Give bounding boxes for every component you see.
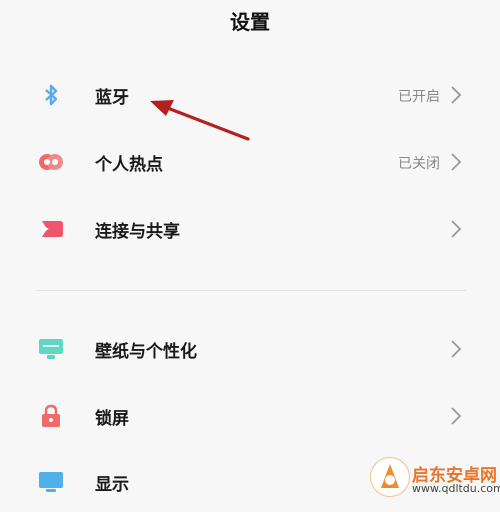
lock-icon: [34, 404, 68, 428]
settings-item-label: 个人热点: [95, 155, 163, 175]
status-text: 已关闭: [398, 156, 440, 172]
chevron-right-icon: [450, 85, 462, 105]
display-icon: [34, 470, 68, 494]
settings-item-bluetooth[interactable]: 蓝牙 已开启: [0, 65, 500, 125]
bluetooth-icon: [34, 83, 68, 107]
page-title: 设置: [230, 10, 270, 34]
settings-item-label: 连接与共享: [95, 222, 180, 242]
status-text: 已开启: [398, 89, 440, 105]
watermark: 启东安卓网 www.qdltdu.com: [360, 455, 500, 500]
watermark-logo-icon: [370, 457, 410, 497]
share-icon: [34, 217, 68, 241]
settings-item-wallpaper[interactable]: 壁纸与个性化: [0, 319, 500, 379]
hotspot-icon: [34, 150, 68, 174]
settings-item-hotspot[interactable]: 个人热点 已关闭: [0, 132, 500, 192]
settings-item-label: 锁屏: [95, 409, 129, 429]
settings-item-lock-screen[interactable]: 锁屏: [0, 386, 500, 446]
chevron-right-icon: [450, 339, 462, 359]
chevron-right-icon: [450, 152, 462, 172]
settings-item-connection-sharing[interactable]: 连接与共享: [0, 199, 500, 259]
settings-item-label: 壁纸与个性化: [95, 342, 197, 362]
settings-item-label: 蓝牙: [95, 88, 129, 108]
settings-item-label: 显示: [95, 475, 129, 495]
watermark-url: www.qdltdu.com: [412, 482, 500, 495]
section-divider: [36, 290, 466, 291]
chevron-right-icon: [450, 219, 462, 239]
chevron-right-icon: [450, 406, 462, 426]
wallpaper-icon: [34, 337, 68, 361]
